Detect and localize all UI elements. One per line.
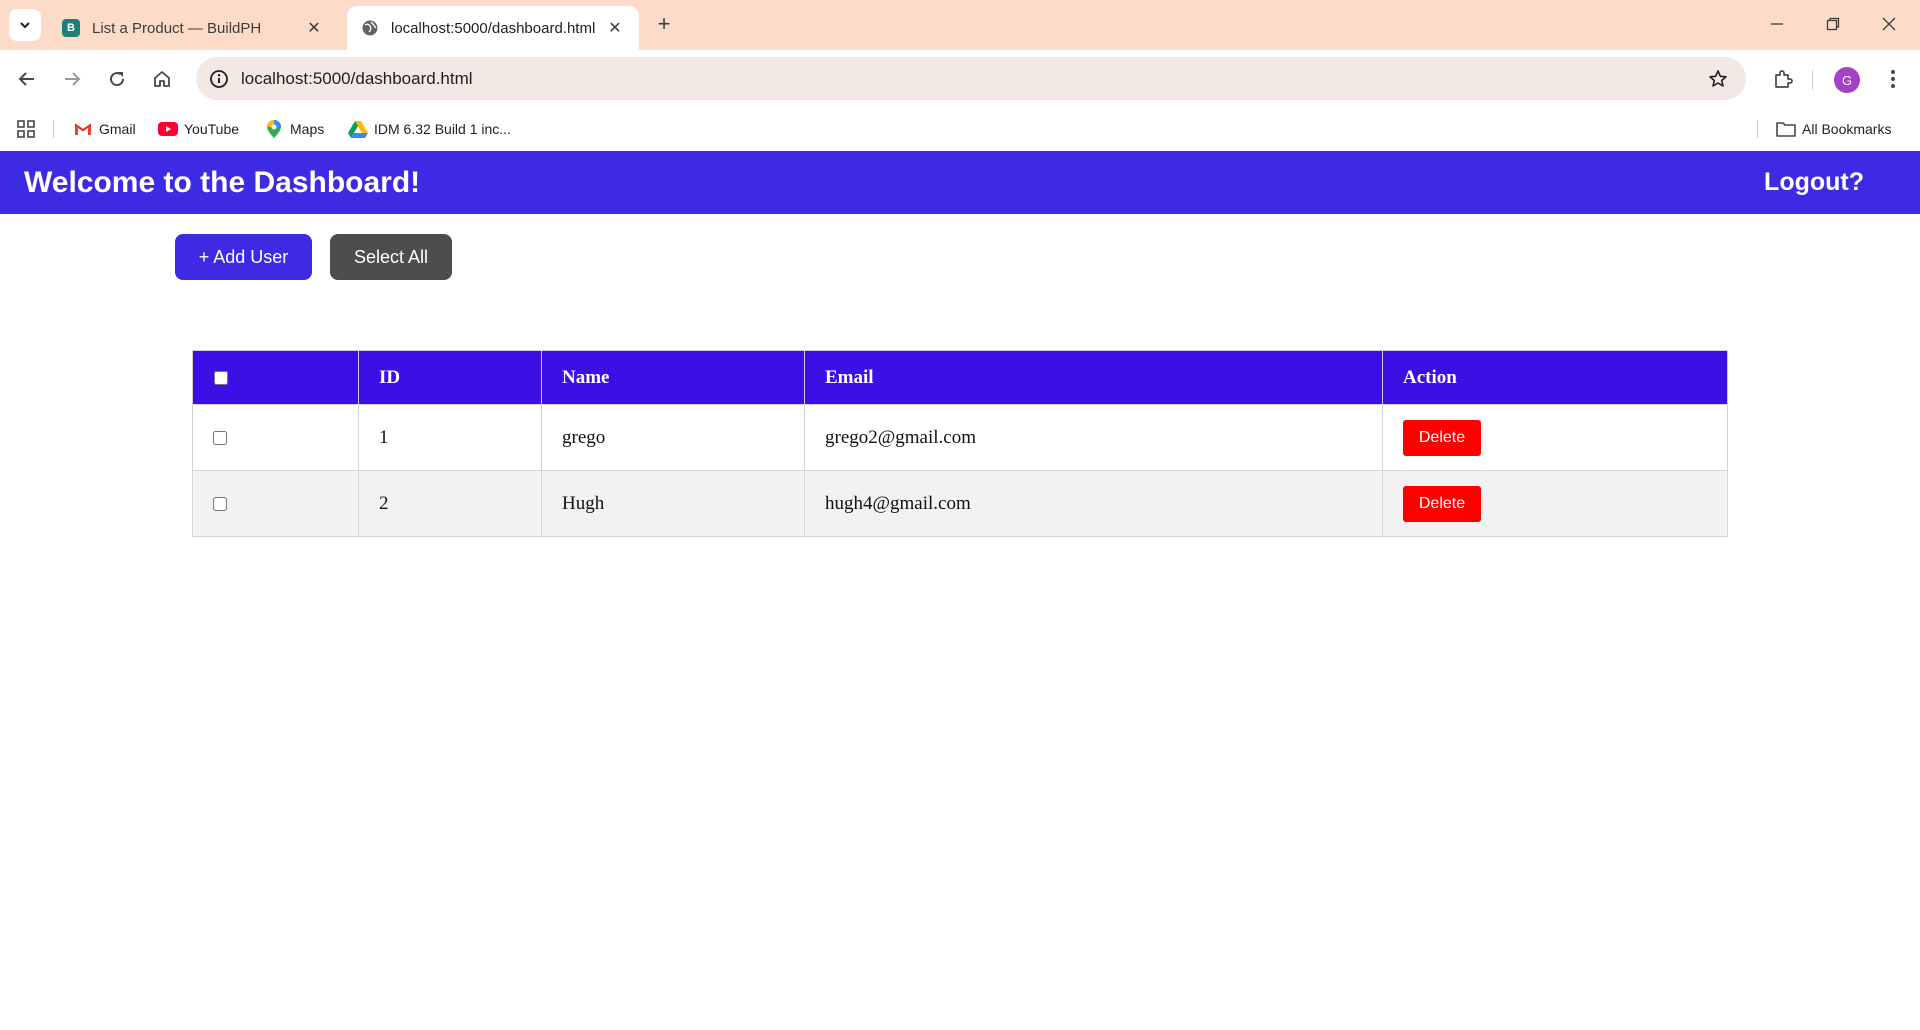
home-icon[interactable] xyxy=(145,62,179,96)
bookmarks-bar: Gmail YouTube Maps IDM 6.32 Build 1 inc.… xyxy=(0,108,1920,150)
row-checkbox[interactable] xyxy=(213,497,227,512)
bookmark-gmail[interactable]: Gmail xyxy=(73,114,136,144)
table-row: 2 Hugh hugh4@gmail.com Delete xyxy=(192,470,1728,537)
select-all-button[interactable]: Select All xyxy=(330,234,452,280)
bookmark-label: IDM 6.32 Build 1 inc... xyxy=(374,121,511,137)
cell-action: Delete xyxy=(1382,404,1728,471)
globe-icon xyxy=(361,19,379,37)
cell-email: grego2@gmail.com xyxy=(804,404,1383,471)
gmail-icon xyxy=(73,120,93,138)
column-header-email: Email xyxy=(804,350,1383,405)
row-select-cell xyxy=(192,404,359,471)
cell-id: 2 xyxy=(358,470,542,537)
tab-dashboard[interactable]: localhost:5000/dashboard.html ✕ xyxy=(347,6,639,50)
back-arrow-icon[interactable] xyxy=(10,62,44,96)
site-info-icon[interactable] xyxy=(206,66,232,92)
close-icon[interactable]: ✕ xyxy=(605,18,625,38)
new-tab-plus-icon[interactable]: + xyxy=(652,11,676,36)
toolbar-divider xyxy=(1812,70,1813,90)
cell-id: 1 xyxy=(358,404,542,471)
dashboard-header: Welcome to the Dashboard! Logout? xyxy=(0,151,1920,214)
profile-avatar[interactable]: G xyxy=(1834,67,1860,93)
bookmarks-divider xyxy=(53,120,54,138)
row-select-cell xyxy=(192,470,359,537)
window-close-icon[interactable] xyxy=(1866,8,1912,40)
address-bar[interactable] xyxy=(196,57,1746,100)
bookmark-idm[interactable]: IDM 6.32 Build 1 inc... xyxy=(348,114,511,144)
reload-icon[interactable] xyxy=(100,62,134,96)
bookmark-youtube[interactable]: YouTube xyxy=(158,114,239,144)
bookmark-label: Gmail xyxy=(99,121,136,137)
delete-button[interactable]: Delete xyxy=(1403,419,1481,456)
minimize-icon[interactable] xyxy=(1754,8,1800,40)
add-user-button[interactable]: + Add User xyxy=(175,234,312,280)
tab-label: List a Product — BuildPH xyxy=(92,19,262,37)
cell-name: Hugh xyxy=(541,470,805,537)
url-input[interactable] xyxy=(241,57,1541,100)
page-title: Welcome to the Dashboard! xyxy=(24,166,421,199)
column-header-name: Name xyxy=(541,350,805,405)
tab-buildph[interactable]: B List a Product — BuildPH ✕ xyxy=(48,6,338,50)
bookmarks-divider xyxy=(1757,120,1758,138)
folder-icon xyxy=(1776,120,1796,138)
restore-icon[interactable] xyxy=(1810,8,1856,40)
column-header-id: ID xyxy=(358,350,542,405)
bookmark-star-icon[interactable] xyxy=(1706,67,1730,91)
select-all-checkbox[interactable] xyxy=(214,371,228,386)
forward-arrow-icon[interactable] xyxy=(55,62,89,96)
bookmark-label: Maps xyxy=(290,121,325,137)
youtube-icon xyxy=(158,120,178,138)
all-bookmarks[interactable]: All Bookmarks xyxy=(1776,114,1891,144)
browser-toolbar: G xyxy=(0,50,1920,108)
table-header-row: ID Name Email Action xyxy=(192,350,1728,405)
extensions-puzzle-icon[interactable] xyxy=(1766,62,1800,96)
delete-button[interactable]: Delete xyxy=(1403,485,1481,522)
cell-email: hugh4@gmail.com xyxy=(804,470,1383,537)
row-checkbox[interactable] xyxy=(213,431,227,446)
buildph-favicon-icon: B xyxy=(62,19,80,37)
tab-bar: B List a Product — BuildPH ✕ localhost:5… xyxy=(0,0,1920,50)
bookmark-label: YouTube xyxy=(184,121,240,137)
all-bookmarks-label: All Bookmarks xyxy=(1802,121,1892,137)
close-icon[interactable]: ✕ xyxy=(304,18,324,38)
column-header-action: Action xyxy=(1382,350,1728,405)
bookmark-maps[interactable]: Maps xyxy=(264,114,324,144)
kebab-menu-icon[interactable] xyxy=(1878,62,1908,96)
header-select-cell xyxy=(192,350,359,405)
tab-search-dropdown[interactable] xyxy=(9,9,41,41)
tab-label: localhost:5000/dashboard.html xyxy=(391,19,596,37)
cell-name: grego xyxy=(541,404,805,471)
logout-link[interactable]: Logout? xyxy=(1764,151,1864,214)
chevron-down-icon xyxy=(20,22,30,29)
apps-grid-icon[interactable] xyxy=(14,117,38,141)
maps-icon xyxy=(264,120,284,138)
table-row: 1 grego grego2@gmail.com Delete xyxy=(192,404,1728,471)
cell-action: Delete xyxy=(1382,470,1728,537)
drive-icon xyxy=(348,120,368,138)
users-table: ID Name Email Action 1 grego grego2@gmai… xyxy=(192,350,1728,537)
